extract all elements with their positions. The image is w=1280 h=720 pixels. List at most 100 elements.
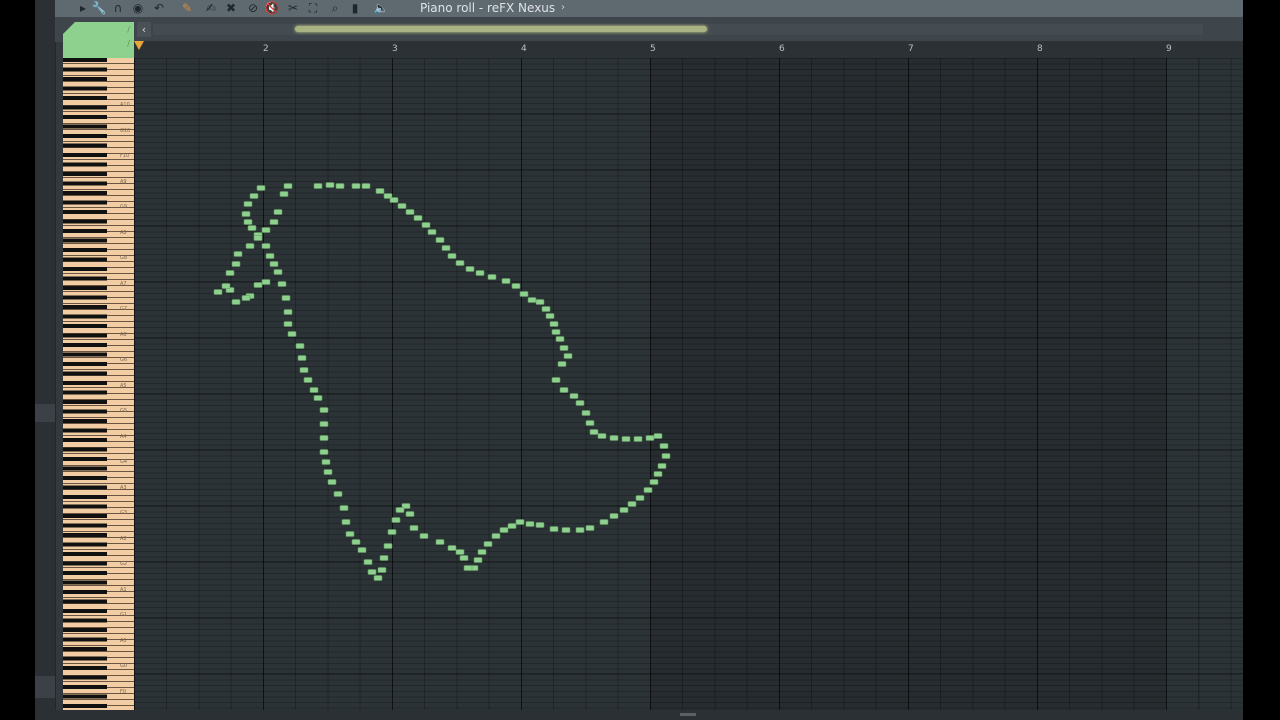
playback-icon[interactable]: ▮ [347, 1, 363, 16]
note[interactable] [559, 387, 569, 393]
note[interactable] [303, 377, 313, 383]
note[interactable] [335, 183, 345, 189]
zoom-icon[interactable]: ⌕ [327, 1, 343, 16]
note[interactable] [559, 345, 569, 351]
note[interactable] [213, 289, 223, 295]
notes-layer[interactable] [134, 58, 1243, 710]
mute-icon[interactable]: ⊘ [245, 1, 261, 16]
note[interactable] [225, 270, 235, 276]
note[interactable] [435, 539, 445, 545]
note[interactable] [427, 229, 437, 235]
note[interactable] [419, 533, 429, 539]
slice-icon[interactable]: ✂ [285, 1, 301, 16]
note[interactable] [435, 237, 445, 243]
note[interactable] [351, 539, 361, 545]
note[interactable] [561, 527, 571, 533]
note[interactable] [653, 471, 663, 477]
note[interactable] [525, 521, 535, 527]
pencil-icon[interactable]: ✎ [179, 1, 195, 16]
note[interactable] [253, 235, 263, 241]
bottom-scroll-grip[interactable] [680, 713, 696, 716]
note[interactable] [245, 243, 255, 249]
note[interactable] [309, 387, 319, 393]
note[interactable] [373, 575, 383, 581]
wrench-icon[interactable]: 🔧 [91, 1, 107, 16]
note[interactable] [609, 513, 619, 519]
delete-icon[interactable]: ✖ [223, 1, 239, 16]
note[interactable] [221, 283, 231, 289]
note[interactable] [357, 547, 367, 553]
note[interactable] [313, 183, 323, 189]
note[interactable] [319, 435, 329, 441]
note[interactable] [599, 519, 609, 525]
note[interactable] [295, 343, 305, 349]
note[interactable] [283, 183, 293, 189]
note[interactable] [507, 523, 517, 529]
note[interactable] [459, 555, 469, 561]
piano-roll-tab[interactable]: / / [63, 22, 134, 58]
note[interactable] [487, 274, 497, 280]
note[interactable] [269, 219, 279, 225]
magnet-icon[interactable]: ∩ [110, 1, 126, 16]
note[interactable] [555, 336, 565, 342]
note[interactable] [473, 557, 483, 563]
note[interactable] [621, 436, 631, 442]
note[interactable] [379, 555, 389, 561]
note[interactable] [279, 191, 289, 197]
note[interactable] [575, 527, 585, 533]
note[interactable] [589, 429, 599, 435]
note[interactable] [261, 243, 271, 249]
note[interactable] [283, 309, 293, 315]
note[interactable] [339, 505, 349, 511]
speaker-icon[interactable]: 🔈 [373, 1, 389, 16]
note[interactable] [511, 283, 521, 289]
piano-black-keys[interactable] [63, 58, 107, 710]
note[interactable] [535, 299, 545, 305]
note[interactable] [319, 421, 329, 427]
note[interactable] [633, 436, 643, 442]
note[interactable] [273, 209, 283, 215]
note[interactable] [447, 253, 457, 259]
note[interactable] [645, 435, 655, 441]
note[interactable] [659, 443, 669, 449]
side-panel-marker[interactable] [35, 404, 55, 422]
note[interactable] [597, 433, 607, 439]
select-icon[interactable]: ⛶ [305, 1, 321, 16]
note[interactable] [351, 183, 361, 189]
note[interactable] [541, 306, 551, 312]
note[interactable] [551, 377, 561, 383]
note[interactable] [375, 188, 385, 194]
note[interactable] [477, 549, 487, 555]
note[interactable] [283, 321, 293, 327]
playhead-marker[interactable] [134, 41, 144, 50]
note[interactable] [447, 545, 457, 551]
note[interactable] [569, 393, 579, 399]
note[interactable] [391, 517, 401, 523]
note[interactable] [585, 420, 595, 426]
note[interactable] [491, 533, 501, 539]
note[interactable] [323, 469, 333, 475]
note[interactable] [243, 201, 253, 207]
note[interactable] [653, 433, 663, 439]
brush-icon[interactable]: ✍ [203, 1, 219, 16]
note[interactable] [249, 193, 259, 199]
note[interactable] [299, 367, 309, 373]
note[interactable] [319, 449, 329, 455]
note[interactable] [475, 270, 485, 276]
note[interactable] [333, 491, 343, 497]
note[interactable] [643, 487, 653, 493]
note[interactable] [247, 225, 257, 231]
note[interactable] [319, 407, 329, 413]
note[interactable] [387, 529, 397, 535]
note[interactable] [499, 527, 509, 533]
note[interactable] [619, 507, 629, 513]
note[interactable] [325, 182, 335, 188]
note[interactable] [273, 269, 283, 275]
note[interactable] [501, 278, 511, 284]
note[interactable] [661, 453, 671, 459]
note[interactable] [405, 511, 415, 517]
note[interactable] [261, 279, 271, 285]
note[interactable] [545, 313, 555, 319]
note[interactable] [563, 353, 573, 359]
title-menu-arrow-icon[interactable]: › [561, 0, 565, 17]
